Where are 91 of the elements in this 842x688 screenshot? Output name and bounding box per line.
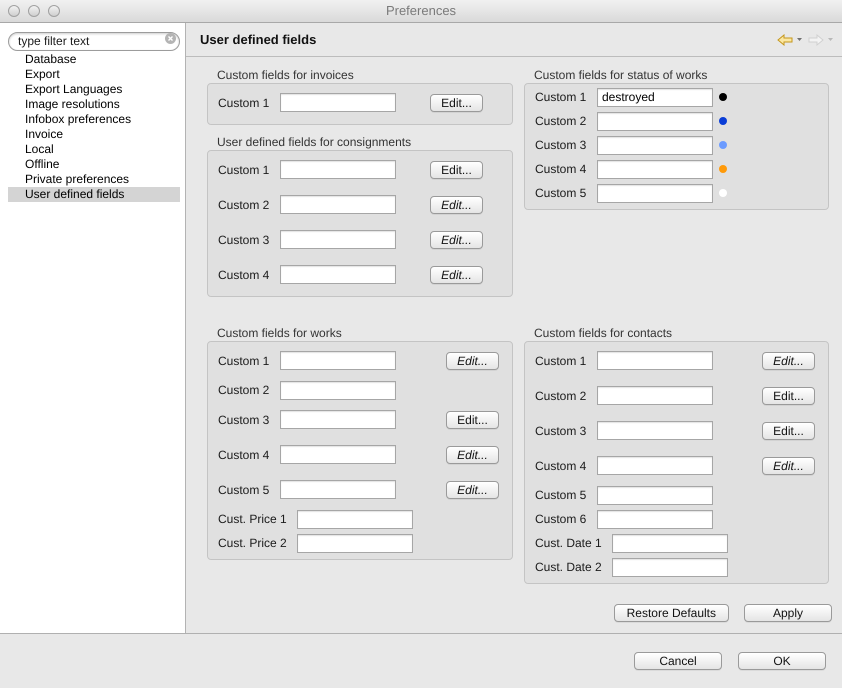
group-title: Custom fields for contacts [533, 326, 674, 340]
text-field[interactable] [597, 184, 713, 202]
edit-button[interactable]: Edit... [430, 160, 483, 178]
text-field[interactable] [597, 136, 713, 154]
zoom-button[interactable] [48, 5, 60, 17]
group-title: Custom fields for works [216, 326, 343, 340]
edit-button[interactable]: Edit... [446, 446, 499, 464]
text-field[interactable] [280, 410, 396, 429]
edit-button[interactable]: Edit... [446, 352, 499, 370]
close-button[interactable] [8, 5, 20, 17]
filter-field[interactable]: type filter text [8, 32, 180, 50]
field-label: Cust. Price 2 [218, 536, 287, 550]
sidebar-item[interactable]: Database [8, 52, 180, 67]
field-label: Custom 5 [218, 482, 270, 496]
sidebar-item[interactable]: Infobox preferences [8, 112, 180, 127]
text-field[interactable] [296, 510, 413, 528]
text-field[interactable]: destroyed [597, 88, 713, 106]
sidebar-item[interactable]: Offline [8, 157, 180, 172]
sidebar-item[interactable]: Private preferences [8, 172, 180, 187]
minimize-button[interactable] [28, 5, 40, 17]
field-label: Cust. Date 1 [535, 536, 602, 550]
field-label: Cust. Price 1 [218, 512, 287, 526]
group-title: User defined fields for consignments [216, 135, 412, 149]
field-label: Custom 4 [218, 268, 270, 282]
field-label: Custom 3 [535, 424, 587, 438]
dialog-button[interactable]: OK [738, 652, 826, 670]
field-label: Custom 5 [535, 186, 587, 200]
field-label: Cust. Date 2 [535, 560, 602, 574]
text-field[interactable] [280, 445, 396, 464]
page-title: User defined fields [200, 32, 316, 48]
group-title: Custom fields for invoices [216, 68, 355, 82]
text-field[interactable] [597, 160, 713, 178]
text-field[interactable] [280, 93, 396, 112]
sidebar-item[interactable]: Export [8, 67, 180, 82]
field-label: Custom 3 [218, 412, 270, 426]
group-title: Custom fields for status of works [533, 68, 708, 82]
text-field[interactable] [597, 421, 713, 440]
text-field[interactable] [280, 480, 396, 499]
text-field[interactable] [597, 386, 713, 405]
left-arrow-icon[interactable] [777, 34, 793, 46]
text-field[interactable] [280, 230, 396, 249]
text-field[interactable] [280, 351, 396, 370]
edit-button[interactable]: Edit... [762, 456, 815, 474]
page-button[interactable]: Restore Defaults [614, 604, 729, 622]
text-field[interactable] [280, 195, 396, 214]
text-field[interactable] [280, 380, 396, 400]
field-label: Custom 2 [535, 114, 587, 128]
text-field[interactable] [597, 510, 713, 528]
field-label: Custom 1 [535, 90, 587, 104]
dialog-button[interactable]: Cancel [634, 652, 722, 670]
field-label: Custom 4 [535, 458, 587, 472]
field-label: Custom 6 [535, 512, 587, 526]
edit-button[interactable]: Edit... [430, 196, 483, 214]
text-field[interactable] [280, 160, 396, 179]
field-label: Custom 1 [218, 162, 270, 176]
edit-button[interactable]: Edit... [762, 386, 815, 404]
text-field[interactable] [280, 265, 396, 284]
caret-icon[interactable] [797, 38, 802, 41]
field-label: Custom 1 [535, 354, 587, 368]
edit-button[interactable]: Edit... [446, 410, 499, 428]
field-label: Custom 1 [218, 96, 270, 110]
page-button[interactable]: Apply [744, 604, 832, 622]
field-label: Custom 2 [218, 383, 270, 397]
text-field[interactable] [612, 558, 728, 576]
sidebar-item[interactable]: Invoice [8, 127, 180, 142]
field-label: Custom 3 [535, 138, 587, 152]
sidebar-item[interactable]: Export Languages [8, 82, 180, 97]
window-title: Preferences [386, 3, 456, 19]
text-field[interactable] [597, 112, 713, 130]
text-field[interactable] [597, 456, 713, 475]
field-label: Custom 2 [535, 388, 587, 402]
field-label: Custom 5 [535, 488, 587, 502]
field-label: Custom 3 [218, 232, 270, 246]
field-label: Custom 2 [218, 198, 270, 212]
text-field[interactable] [612, 534, 728, 552]
edit-button[interactable]: Edit... [762, 422, 815, 440]
edit-button[interactable]: Edit... [430, 94, 483, 112]
edit-button[interactable]: Edit... [430, 230, 483, 248]
edit-button[interactable]: Edit... [446, 480, 499, 498]
sidebar-item[interactable]: Local [8, 142, 180, 157]
text-field[interactable] [597, 486, 713, 504]
field-label: Custom 4 [535, 162, 587, 176]
edit-button[interactable]: Edit... [430, 266, 483, 284]
edit-button[interactable]: Edit... [762, 352, 815, 370]
text-field[interactable] [296, 534, 413, 552]
text-field[interactable] [597, 351, 713, 370]
field-label: Custom 4 [218, 448, 270, 462]
sidebar-item[interactable]: Image resolutions [8, 97, 180, 112]
clear-icon[interactable] [165, 33, 176, 44]
sidebar-item[interactable]: User defined fields [8, 187, 180, 202]
field-label: Custom 1 [218, 354, 270, 368]
